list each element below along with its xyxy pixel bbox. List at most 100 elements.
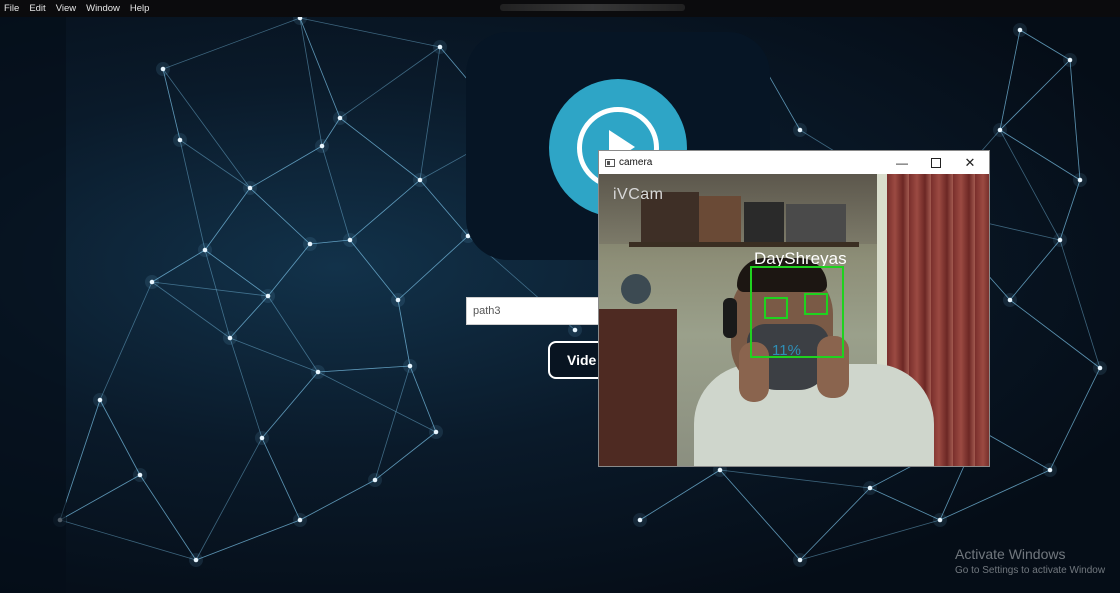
- network-edge: [1019, 29, 1071, 61]
- network-node: [193, 557, 199, 563]
- network-node: [572, 327, 578, 333]
- network-edge: [939, 469, 1051, 521]
- network-edge: [349, 179, 421, 241]
- network-edge: [299, 17, 323, 147]
- network-edge: [419, 46, 441, 181]
- network-edge: [229, 337, 319, 373]
- network-node: [717, 467, 723, 473]
- camera-titlebar[interactable]: camera — ✕: [599, 151, 989, 174]
- network-node: [372, 477, 378, 483]
- network-node: [407, 363, 413, 369]
- network-node: [149, 279, 155, 285]
- network-edge: [374, 431, 437, 481]
- network-node: [265, 293, 271, 299]
- network-edge: [229, 337, 263, 439]
- network-edge: [179, 139, 251, 189]
- network-edge: [419, 179, 469, 237]
- network-node: [315, 369, 321, 375]
- feed-shelf-item: [786, 204, 846, 242]
- network-node: [937, 517, 943, 523]
- maximize-button[interactable]: [919, 151, 953, 174]
- network-node: [259, 435, 265, 441]
- network-edge: [799, 487, 871, 561]
- network-edge: [249, 187, 311, 245]
- menu-view[interactable]: View: [56, 3, 76, 14]
- network-edge: [374, 365, 411, 481]
- menu-help[interactable]: Help: [130, 3, 150, 14]
- network-edge: [204, 187, 251, 251]
- network-node: [797, 127, 803, 133]
- network-edge: [267, 295, 319, 373]
- camera-feed: iVCam DayShreyas 11%: [599, 174, 989, 466]
- network-edge: [639, 469, 721, 521]
- feed-headphone: [723, 298, 737, 338]
- camera-window-title: camera: [619, 157, 653, 168]
- window-app-icon: [605, 158, 615, 167]
- network-node: [297, 517, 303, 523]
- network-edge: [99, 399, 141, 476]
- camera-window: camera — ✕ iVCam DayShreyas 11%: [598, 150, 990, 467]
- feed-shelf-item: [744, 202, 784, 242]
- eye-detection-box-right: [804, 293, 828, 315]
- network-node: [97, 397, 103, 403]
- network-node: [227, 335, 233, 341]
- network-edge: [321, 145, 351, 241]
- network-node: [337, 115, 343, 121]
- network-node: [1097, 365, 1103, 371]
- feed-globe: [621, 274, 651, 304]
- close-button[interactable]: ✕: [953, 151, 987, 174]
- network-edge: [999, 129, 1061, 241]
- network-node: [433, 429, 439, 435]
- network-edge: [1059, 179, 1081, 241]
- network-edge: [261, 437, 301, 521]
- close-icon: ✕: [964, 154, 976, 170]
- network-node: [997, 127, 1003, 133]
- network-edge: [229, 295, 269, 339]
- network-edge: [299, 479, 376, 521]
- network-node: [1047, 467, 1053, 473]
- network-edge: [179, 139, 206, 251]
- confidence-label: 11%: [772, 342, 801, 359]
- network-edge: [397, 299, 411, 367]
- network-edge: [719, 469, 871, 489]
- network-node: [1007, 297, 1013, 303]
- camera-watermark: iVCam: [613, 186, 664, 203]
- network-edge: [999, 129, 1081, 181]
- network-node: [797, 557, 803, 563]
- network-node: [319, 143, 325, 149]
- network-edge: [1059, 239, 1101, 369]
- menu-file[interactable]: File: [4, 3, 19, 14]
- minimize-button[interactable]: —: [885, 151, 919, 174]
- network-edge: [261, 371, 319, 439]
- menu-bar: File Edit View Window Help: [0, 0, 1120, 17]
- network-edge: [139, 474, 197, 561]
- network-node: [1017, 27, 1023, 33]
- network-node: [307, 241, 313, 247]
- network-edge: [195, 519, 301, 561]
- network-edge: [979, 429, 1051, 471]
- network-edge: [999, 59, 1071, 131]
- menu-edit[interactable]: Edit: [29, 3, 45, 14]
- network-edge: [409, 365, 437, 433]
- feed-cabinet: [599, 309, 677, 466]
- network-edge: [339, 117, 421, 181]
- network-node: [1067, 57, 1073, 63]
- network-edge: [1009, 299, 1101, 369]
- window-title-blurred: [500, 4, 685, 11]
- network-edge: [151, 249, 206, 283]
- network-edge: [204, 249, 269, 297]
- eye-detection-box-left: [764, 297, 788, 319]
- network-edge: [59, 519, 197, 561]
- menu-window[interactable]: Window: [86, 3, 120, 14]
- network-edge: [162, 68, 251, 189]
- network-node: [177, 137, 183, 143]
- network-edge: [339, 46, 441, 119]
- network-node: [1077, 177, 1083, 183]
- network-edge: [1009, 239, 1061, 301]
- network-edge: [1069, 59, 1081, 181]
- network-node: [417, 177, 423, 183]
- activation-subtitle: Go to Settings to activate Window: [955, 565, 1106, 576]
- network-edge: [799, 519, 941, 561]
- activation-title: Activate Windows: [955, 546, 1066, 562]
- network-node: [247, 185, 253, 191]
